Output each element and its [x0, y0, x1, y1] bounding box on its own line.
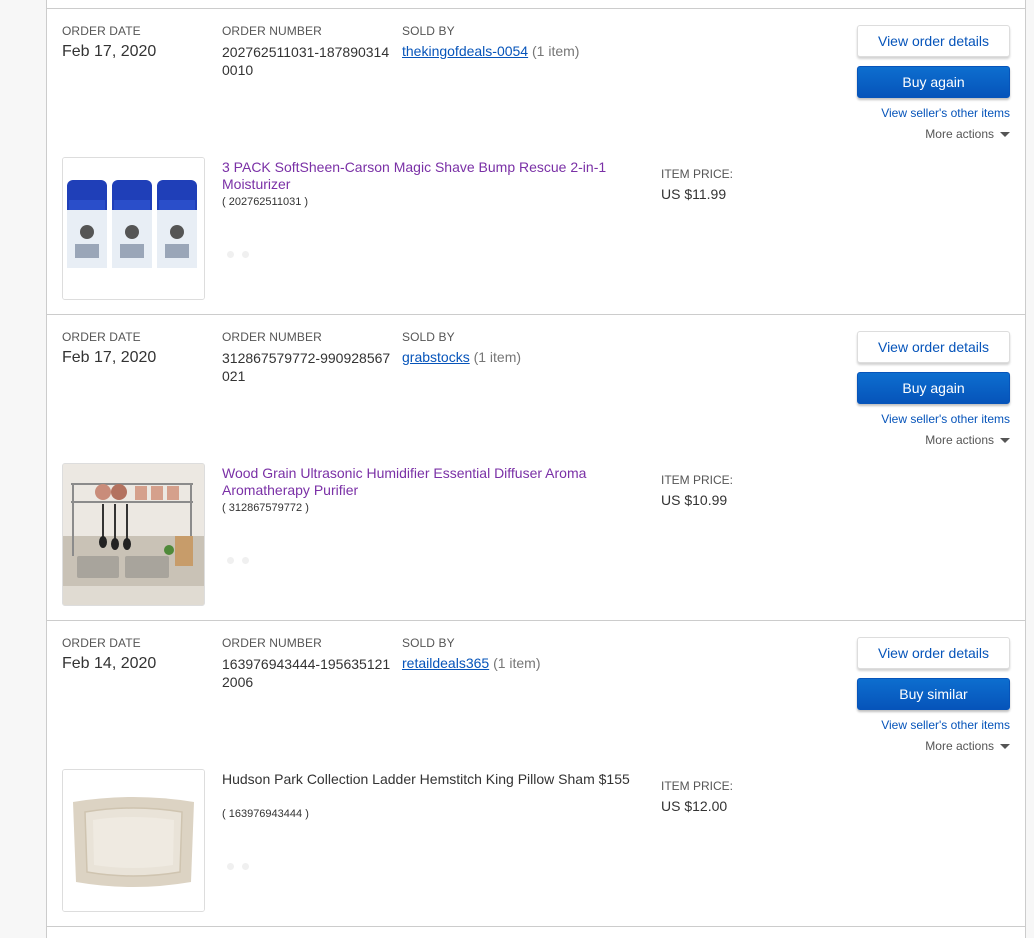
- rating-placeholder: [227, 857, 257, 870]
- sold-by-label: SOLD BY: [402, 636, 455, 650]
- order-card: ORDER DATE Feb 17, 2020 ORDER NUMBER 202…: [47, 8, 1025, 314]
- order-date: Feb 17, 2020: [62, 349, 157, 366]
- caret-down-icon: [1000, 438, 1010, 444]
- item-price-label: ITEM PRICE:: [661, 473, 734, 487]
- more-actions-menu[interactable]: More actions: [925, 127, 1010, 141]
- pillow-sham-image: [63, 770, 204, 911]
- item-id: ( 202762511031 ): [222, 196, 309, 208]
- seller-link[interactable]: retaildeals365: [402, 655, 489, 671]
- item-title[interactable]: Hudson Park Collection Ladder Hemstitch …: [222, 771, 642, 788]
- seller-link[interactable]: grabstocks: [402, 349, 470, 365]
- item-count: (1 item): [532, 43, 580, 59]
- seller-info: retaildeals365 (1 item): [402, 655, 541, 671]
- item-price: US $11.99: [661, 186, 727, 202]
- item-price: US $10.99: [661, 492, 728, 508]
- order-number: 312867579772-990928567021: [222, 350, 391, 384]
- order-number-label: ORDER NUMBER: [222, 636, 322, 650]
- more-actions-label: More actions: [925, 127, 994, 141]
- shave-moisturizer-3pack-image: [63, 158, 204, 299]
- item-title-link[interactable]: 3 PACK SoftSheen-Carson Magic Shave Bump…: [222, 159, 642, 193]
- sold-by-label: SOLD BY: [402, 330, 455, 344]
- buy-similar-button[interactable]: Buy similar: [857, 678, 1010, 710]
- item-price: US $12.00: [661, 798, 728, 814]
- order-card: ORDER DATE Feb 17, 2020 ORDER NUMBER 312…: [47, 314, 1025, 620]
- more-actions-label: More actions: [925, 739, 994, 753]
- order-date-label: ORDER DATE: [62, 636, 141, 650]
- view-order-details-button[interactable]: View order details: [857, 25, 1010, 57]
- more-actions-menu[interactable]: More actions: [925, 433, 1010, 447]
- item-thumbnail[interactable]: [62, 769, 205, 912]
- caret-down-icon: [1000, 132, 1010, 138]
- buy-again-button[interactable]: Buy again: [857, 66, 1010, 98]
- item-id: ( 163976943444 ): [222, 808, 309, 820]
- more-actions-label: More actions: [925, 433, 994, 447]
- order-date-label: ORDER DATE: [62, 330, 141, 344]
- view-order-details-button[interactable]: View order details: [857, 637, 1010, 669]
- order-number-label: ORDER NUMBER: [222, 330, 322, 344]
- buy-again-button[interactable]: Buy again: [857, 372, 1010, 404]
- view-seller-items-link[interactable]: View seller's other items: [881, 412, 1010, 426]
- item-id: ( 312867579772 ): [222, 502, 309, 514]
- order-date-label: ORDER DATE: [62, 24, 141, 38]
- item-count: (1 item): [473, 349, 522, 365]
- order-date: Feb 17, 2020: [62, 43, 157, 60]
- rating-placeholder: [227, 245, 257, 258]
- divider: [47, 926, 1025, 927]
- item-count: (1 item): [493, 655, 541, 671]
- view-seller-items-link[interactable]: View seller's other items: [881, 106, 1010, 120]
- item-title-link[interactable]: Wood Grain Ultrasonic Humidifier Essenti…: [222, 465, 642, 499]
- seller-info: grabstocks (1 item): [402, 349, 521, 365]
- caret-down-icon: [1000, 744, 1010, 750]
- more-actions-menu[interactable]: More actions: [925, 739, 1010, 753]
- rating-placeholder: [227, 551, 257, 564]
- item-thumbnail[interactable]: [62, 463, 205, 606]
- order-history-panel: ORDER DATE Feb 17, 2020 ORDER NUMBER 202…: [46, 0, 1026, 938]
- view-order-details-button[interactable]: View order details: [857, 331, 1010, 363]
- order-date: Feb 14, 2020: [62, 655, 157, 672]
- item-thumbnail[interactable]: [62, 157, 205, 300]
- seller-link[interactable]: thekingofdeals-0054: [402, 43, 528, 59]
- order-number-label: ORDER NUMBER: [222, 24, 322, 38]
- order-number: 163976943444-1956351212006: [222, 656, 391, 690]
- order-number: 202762511031-1878903140010: [222, 44, 390, 78]
- seller-info: thekingofdeals-0054 (1 item): [402, 43, 579, 59]
- order-card: ORDER DATE Feb 14, 2020 ORDER NUMBER 163…: [47, 620, 1025, 926]
- item-price-label: ITEM PRICE:: [661, 779, 734, 793]
- kitchen-dish-rack-image: [63, 464, 204, 605]
- view-seller-items-link[interactable]: View seller's other items: [881, 718, 1010, 732]
- sold-by-label: SOLD BY: [402, 24, 455, 38]
- item-price-label: ITEM PRICE:: [661, 167, 734, 181]
